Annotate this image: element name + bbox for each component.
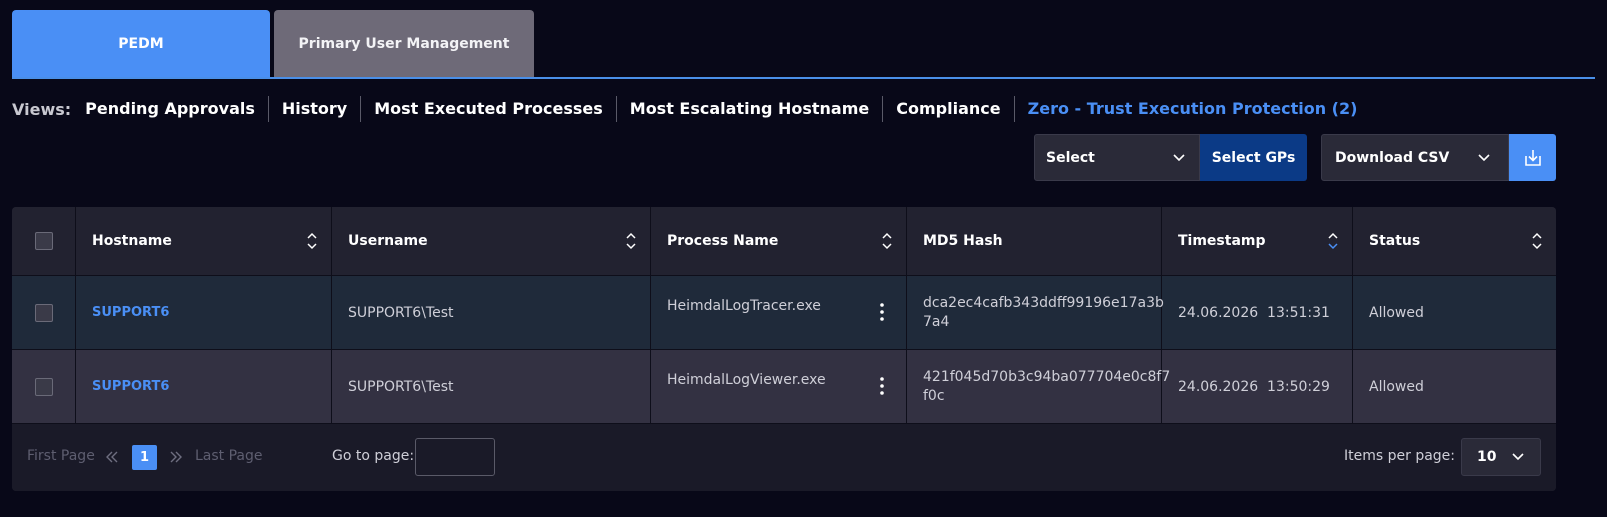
table-row: SUPPORT6 SUPPORT6\Test HeimdalLogTracer.… xyxy=(12,275,1556,349)
sort-icon[interactable] xyxy=(1532,231,1542,251)
sort-icon[interactable] xyxy=(626,231,636,251)
chevron-down-icon xyxy=(1478,153,1490,161)
processes-table: Hostname Username Process Name MD5 Hash … xyxy=(12,207,1556,491)
header-select-cell xyxy=(12,207,76,275)
process-name-cell: HeimdalLogViewer.exe xyxy=(651,350,907,423)
column-header-label: MD5 Hash xyxy=(923,233,1003,249)
column-header-label: Process Name xyxy=(667,233,779,249)
row-checkbox[interactable] xyxy=(34,303,53,322)
column-header-label: Hostname xyxy=(92,233,172,249)
sort-icon[interactable] xyxy=(307,231,317,251)
view-most-escalating-hostname[interactable]: Most Escalating Hostname xyxy=(617,96,884,122)
column-header-label: Status xyxy=(1369,233,1421,249)
table-header-row: Hostname Username Process Name MD5 Hash … xyxy=(12,207,1556,275)
status-cell: Allowed xyxy=(1369,378,1424,395)
goto-page-input[interactable] xyxy=(415,438,495,476)
views-label: Views: xyxy=(12,99,72,119)
column-header-md5-hash: MD5 Hash xyxy=(907,207,1162,275)
md5-hash-line1: 421f045d70b3c94ba077704e0c8f7 xyxy=(923,368,1171,385)
view-pending-approvals[interactable]: Pending Approvals xyxy=(85,96,269,122)
pagination-bar: First Page 1 Last Page Go to page: Items… xyxy=(12,423,1556,491)
views-bar: Views: Pending Approvals History Most Ex… xyxy=(12,96,1370,122)
process-name-text: HeimdalLogTracer.exe xyxy=(667,298,821,314)
md5-hash-cell: 421f045d70b3c94ba077704e0c8f7 f0c xyxy=(907,350,1170,423)
more-options-icon[interactable] xyxy=(880,376,884,396)
download-csv-label: Download CSV xyxy=(1335,149,1450,166)
process-name-text: HeimdalLogViewer.exe xyxy=(667,372,826,388)
sort-descending-icon[interactable] xyxy=(1328,231,1338,251)
group-policy-select-label: Select xyxy=(1046,149,1095,166)
select-gps-button[interactable]: Select GPs xyxy=(1200,134,1307,181)
md5-hash-line2: 7a4 xyxy=(923,313,950,330)
view-compliance[interactable]: Compliance xyxy=(883,96,1015,122)
row-checkbox[interactable] xyxy=(34,377,53,396)
tab-primary-user-management[interactable]: Primary User Management xyxy=(274,10,534,77)
column-header-label: Timestamp xyxy=(1178,233,1266,249)
chevron-down-icon xyxy=(1512,453,1524,461)
timestamp-cell: 24.06.2026 13:50:29 xyxy=(1162,350,1353,423)
chevrons-left-icon[interactable] xyxy=(105,450,119,464)
username-cell: SUPPORT6\Test xyxy=(332,350,651,423)
md5-hash-cell: dca2ec4cafb343ddff99196e17a3b 7a4 xyxy=(907,276,1164,349)
chevron-down-icon xyxy=(1173,153,1185,161)
status-cell: Allowed xyxy=(1369,304,1424,321)
items-per-page-value: 10 xyxy=(1477,449,1497,465)
tab-bar: PEDM Primary User Management xyxy=(12,10,1595,79)
download-icon xyxy=(1524,149,1541,166)
group-policy-select[interactable]: Select xyxy=(1034,134,1200,181)
column-header-timestamp[interactable]: Timestamp xyxy=(1162,207,1353,275)
hostname-link[interactable]: SUPPORT6 xyxy=(92,379,169,394)
column-header-status[interactable]: Status xyxy=(1353,207,1556,275)
sort-icon[interactable] xyxy=(882,231,892,251)
column-header-hostname[interactable]: Hostname xyxy=(76,207,332,275)
items-per-page-label: Items per page: xyxy=(1344,448,1456,464)
first-page-link[interactable]: First Page xyxy=(27,448,95,464)
row-select-cell xyxy=(12,276,76,349)
column-header-username[interactable]: Username xyxy=(332,207,651,275)
download-csv-select[interactable]: Download CSV xyxy=(1321,134,1509,181)
username-cell: SUPPORT6\Test xyxy=(332,276,651,349)
goto-page-label: Go to page: xyxy=(332,448,415,464)
column-header-process-name[interactable]: Process Name xyxy=(651,207,907,275)
md5-hash-line2: f0c xyxy=(923,387,945,404)
items-per-page-select[interactable]: 10 xyxy=(1461,438,1541,476)
hostname-cell: SUPPORT6 xyxy=(76,350,332,423)
row-select-cell xyxy=(12,350,76,423)
last-page-link[interactable]: Last Page xyxy=(195,448,263,464)
download-csv-button[interactable] xyxy=(1509,134,1556,181)
view-most-executed-processes[interactable]: Most Executed Processes xyxy=(361,96,617,122)
table-row: SUPPORT6 SUPPORT6\Test HeimdalLogViewer.… xyxy=(12,349,1556,423)
view-history[interactable]: History xyxy=(269,96,362,122)
timestamp-cell: 24.06.2026 13:51:31 xyxy=(1162,276,1353,349)
md5-hash-line1: dca2ec4cafb343ddff99196e17a3b xyxy=(923,294,1164,311)
select-all-checkbox[interactable] xyxy=(34,232,53,250)
chevrons-right-icon[interactable] xyxy=(169,450,183,464)
page-number-current[interactable]: 1 xyxy=(132,445,157,470)
more-options-icon[interactable] xyxy=(880,302,884,322)
column-header-label: Username xyxy=(348,233,428,249)
hostname-link[interactable]: SUPPORT6 xyxy=(92,305,169,320)
hostname-cell: SUPPORT6 xyxy=(76,276,332,349)
view-zero-trust-execution-protection[interactable]: Zero - Trust Execution Protection (2) xyxy=(1015,96,1371,122)
process-name-cell: HeimdalLogTracer.exe xyxy=(651,276,907,349)
tab-pedm[interactable]: PEDM xyxy=(12,10,270,77)
